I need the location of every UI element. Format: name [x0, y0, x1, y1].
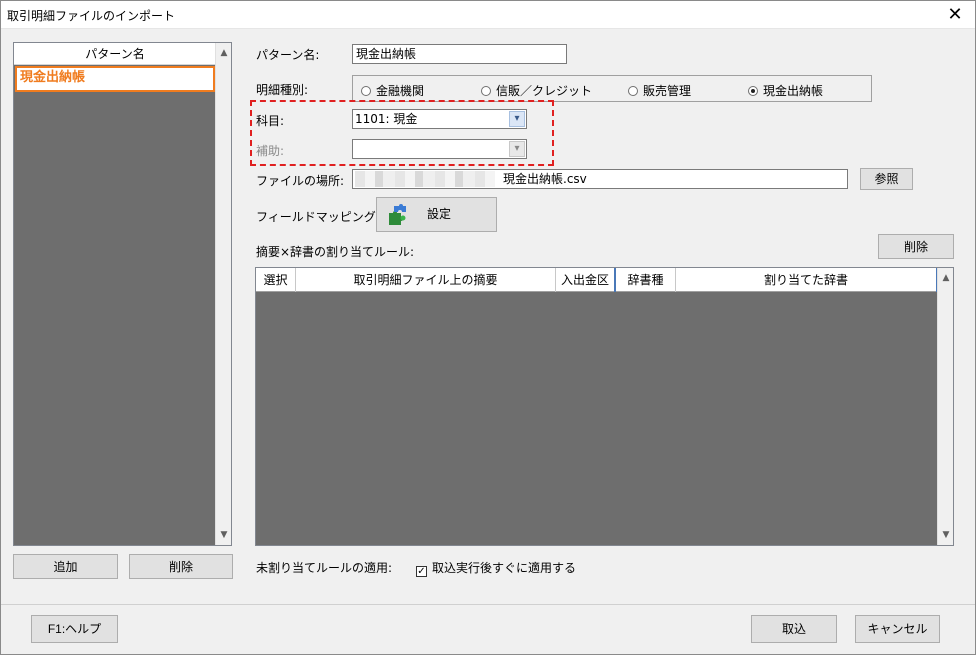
pattern-list-header: パターン名 [14, 43, 216, 65]
scroll-down-icon[interactable]: ▼ [216, 527, 232, 543]
add-pattern-button[interactable]: 追加 [13, 554, 118, 579]
radio-financial-institution[interactable]: 金融機関 [361, 82, 424, 99]
radio-icon [628, 86, 638, 96]
detail-type-label: 明細種別: [256, 83, 309, 97]
rules-table[interactable]: 選択 取引明細ファイル上の摘要 入出金区 辞書種 割り当てた辞書 ▲ ▼ [255, 267, 954, 546]
account-label: 科目: [256, 114, 285, 128]
list-item[interactable]: 現金出納帳 [15, 66, 215, 92]
window-title: 取引明細ファイルのインポート [7, 9, 176, 23]
radio-cash-book[interactable]: 現金出納帳 [748, 82, 823, 99]
puzzle-icon [389, 204, 406, 225]
radio-icon [361, 86, 371, 96]
pattern-name-label: パターン名: [256, 48, 320, 62]
account-select[interactable]: 1101: 現金 ▾ [352, 109, 527, 129]
rules-table-scrollbar[interactable]: ▲ ▼ [937, 268, 953, 545]
rules-table-header: 選択 取引明細ファイル上の摘要 入出金区 辞書種 割り当てた辞書 [256, 268, 938, 292]
import-button[interactable]: 取込 [751, 615, 837, 643]
radio-checked-icon [748, 86, 758, 96]
unassigned-rules-label: 未割り当てルールの適用: [256, 561, 393, 575]
rules-label: 摘要×辞書の割り当てルール: [256, 245, 415, 259]
close-icon[interactable]: ✕ [941, 3, 969, 27]
sub-account-label: 補助: [256, 144, 285, 158]
column-header-assigned-dictionary[interactable]: 割り当てた辞書 [676, 268, 938, 292]
apply-immediately-checkbox[interactable]: ✓ 取込実行後すぐに適用する [416, 559, 576, 577]
pattern-list[interactable]: パターン名 現金出納帳 ▲ ▼ [13, 42, 232, 546]
pattern-list-scrollbar[interactable]: ▲ ▼ [215, 43, 231, 545]
cancel-button[interactable]: キャンセル [855, 615, 940, 643]
title-bar: 取引明細ファイルのインポート ✕ [1, 1, 975, 29]
column-header-in-out[interactable]: 入出金区 [556, 268, 616, 292]
radio-credit[interactable]: 信販／クレジット [481, 82, 592, 99]
detail-type-radio-group: 金融機関 信販／クレジット 販売管理 現金出納帳 [352, 75, 872, 102]
column-header-summary[interactable]: 取引明細ファイル上の摘要 [296, 268, 556, 292]
file-location-label: ファイルの場所: [256, 174, 345, 188]
chevron-down-icon[interactable]: ▾ [509, 111, 525, 127]
sub-account-select[interactable]: ▾ [352, 139, 527, 159]
pattern-name-input[interactable]: 現金出納帳 [352, 44, 567, 64]
delete-pattern-button[interactable]: 削除 [129, 554, 233, 579]
radio-sales-management[interactable]: 販売管理 [628, 82, 691, 99]
scroll-up-icon[interactable]: ▲ [216, 45, 232, 61]
column-header-dictionary-type[interactable]: 辞書種 [616, 268, 676, 292]
field-mapping-settings-button[interactable]: 設定 [376, 197, 497, 232]
footer-divider [1, 604, 975, 605]
import-dialog: 取引明細ファイルのインポート ✕ パターン名 現金出納帳 ▲ ▼ 追加 削除 パ… [0, 0, 976, 655]
help-button[interactable]: F1:ヘルプ [31, 615, 118, 643]
field-mapping-label: フィールドマッピング: [256, 210, 380, 224]
redacted-path [355, 171, 495, 187]
radio-icon [481, 86, 491, 96]
scroll-up-icon[interactable]: ▲ [938, 270, 954, 286]
column-header-select[interactable]: 選択 [256, 268, 296, 292]
browse-button[interactable]: 参照 [860, 168, 913, 190]
scroll-down-icon[interactable]: ▼ [938, 527, 954, 543]
rules-delete-button[interactable]: 削除 [878, 234, 954, 259]
chevron-down-icon[interactable]: ▾ [509, 141, 525, 157]
file-location-input[interactable]: 現金出納帳.csv [352, 169, 848, 189]
checkbox-checked-icon[interactable]: ✓ [416, 566, 427, 577]
